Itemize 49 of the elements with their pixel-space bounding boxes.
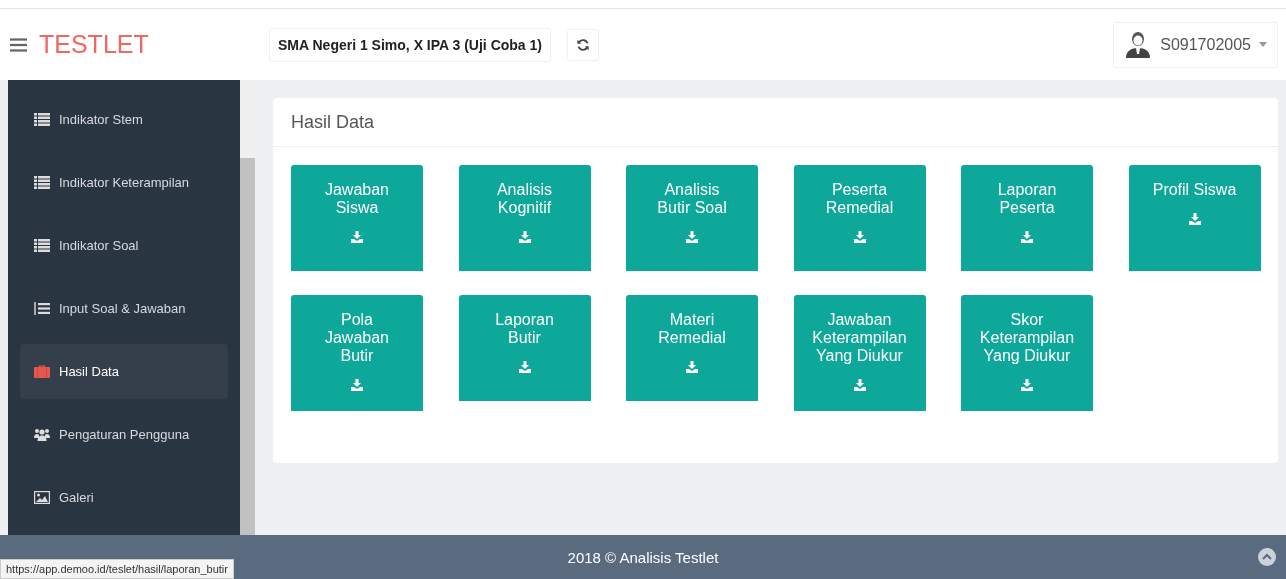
sidebar-item[interactable]: Indikator Keterampilan [20,155,228,210]
users-icon [34,428,50,441]
status-url: https://app.demoo.id/teslet/hasil/laporan_butir [0,559,234,579]
download-icon [1021,379,1033,391]
download-icon [1021,231,1033,243]
download-tile[interactable]: Pola Jawaban Butir [291,295,423,411]
download-tile[interactable]: Analisis Butir Soal [626,165,758,271]
download-tile[interactable]: Jawaban Siswa [291,165,423,271]
numbered-list-icon [34,302,50,315]
user-menu[interactable]: S091702005 [1113,21,1278,68]
download-tile[interactable]: Profil Siswa [1128,165,1261,271]
caret-icon [1259,42,1267,47]
menu-icon[interactable] [10,37,27,52]
download-tile[interactable]: Materi Remedial [626,295,758,401]
download-icon [518,361,531,373]
list-icon [34,176,50,189]
download-tile[interactable]: Analisis Kognitif [458,165,591,271]
download-tile[interactable]: Skor Keterampilan Yang Diukur [961,295,1093,411]
download-icon [686,231,698,243]
download-icon [853,231,866,243]
sidebar-item[interactable]: Galeri [20,470,228,525]
image-icon [34,491,50,504]
download-icon [518,231,531,243]
download-icon [1188,213,1201,225]
download-tile[interactable]: Laporan Butir [458,295,591,401]
download-tile[interactable]: Laporan Peserta [961,165,1093,271]
download-icon [351,379,363,391]
footer-text: 2018 © Analisis Testlet [567,548,719,566]
download-tile[interactable]: Jawaban Keterampilan Yang Diukur [793,295,926,411]
list-icon [34,239,50,252]
sidebar-item[interactable]: Input Soal & Jawaban [20,281,228,336]
panel-title: Hasil Data [273,98,1278,147]
scroll-top-icon[interactable] [1258,548,1276,566]
download-icon [853,379,866,391]
sidebar-item[interactable]: Hasil Data [20,344,228,399]
list-icon [34,113,50,126]
briefcase-icon [34,365,50,378]
class-selector[interactable]: SMA Negeri 1 Simo, X IPA 3 (Uji Coba 1) [269,27,551,62]
download-icon [686,361,698,373]
sidebar-item[interactable]: Indikator Soal [20,218,228,273]
download-icon [351,231,363,243]
user-avatar-icon [1124,30,1153,59]
refresh-icon [576,37,590,52]
refresh-button[interactable] [567,28,599,61]
sidebar-item[interactable]: Pengaturan Pengguna [20,407,228,462]
scrollbar-thumb[interactable] [240,158,255,535]
app-logo[interactable]: TESTLET [39,30,149,59]
sidebar-item[interactable]: Indikator Stem [20,92,228,147]
download-tile[interactable]: Peserta Remedial [793,165,926,271]
